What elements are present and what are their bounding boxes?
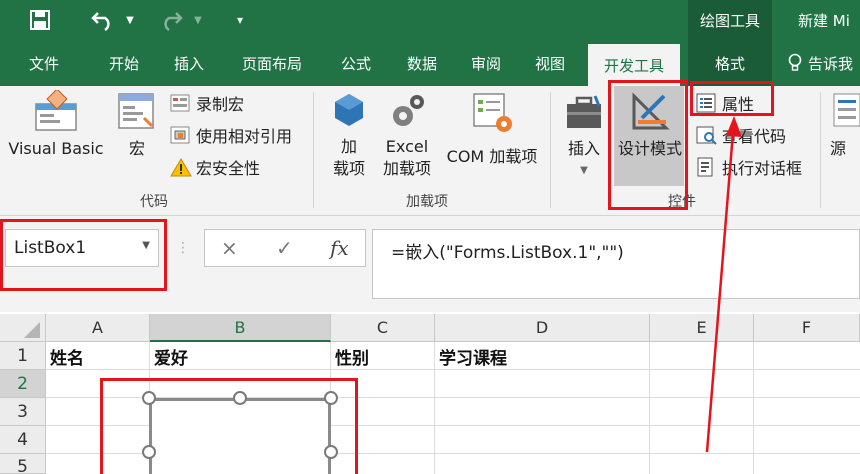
annotation-arrow <box>705 116 742 453</box>
